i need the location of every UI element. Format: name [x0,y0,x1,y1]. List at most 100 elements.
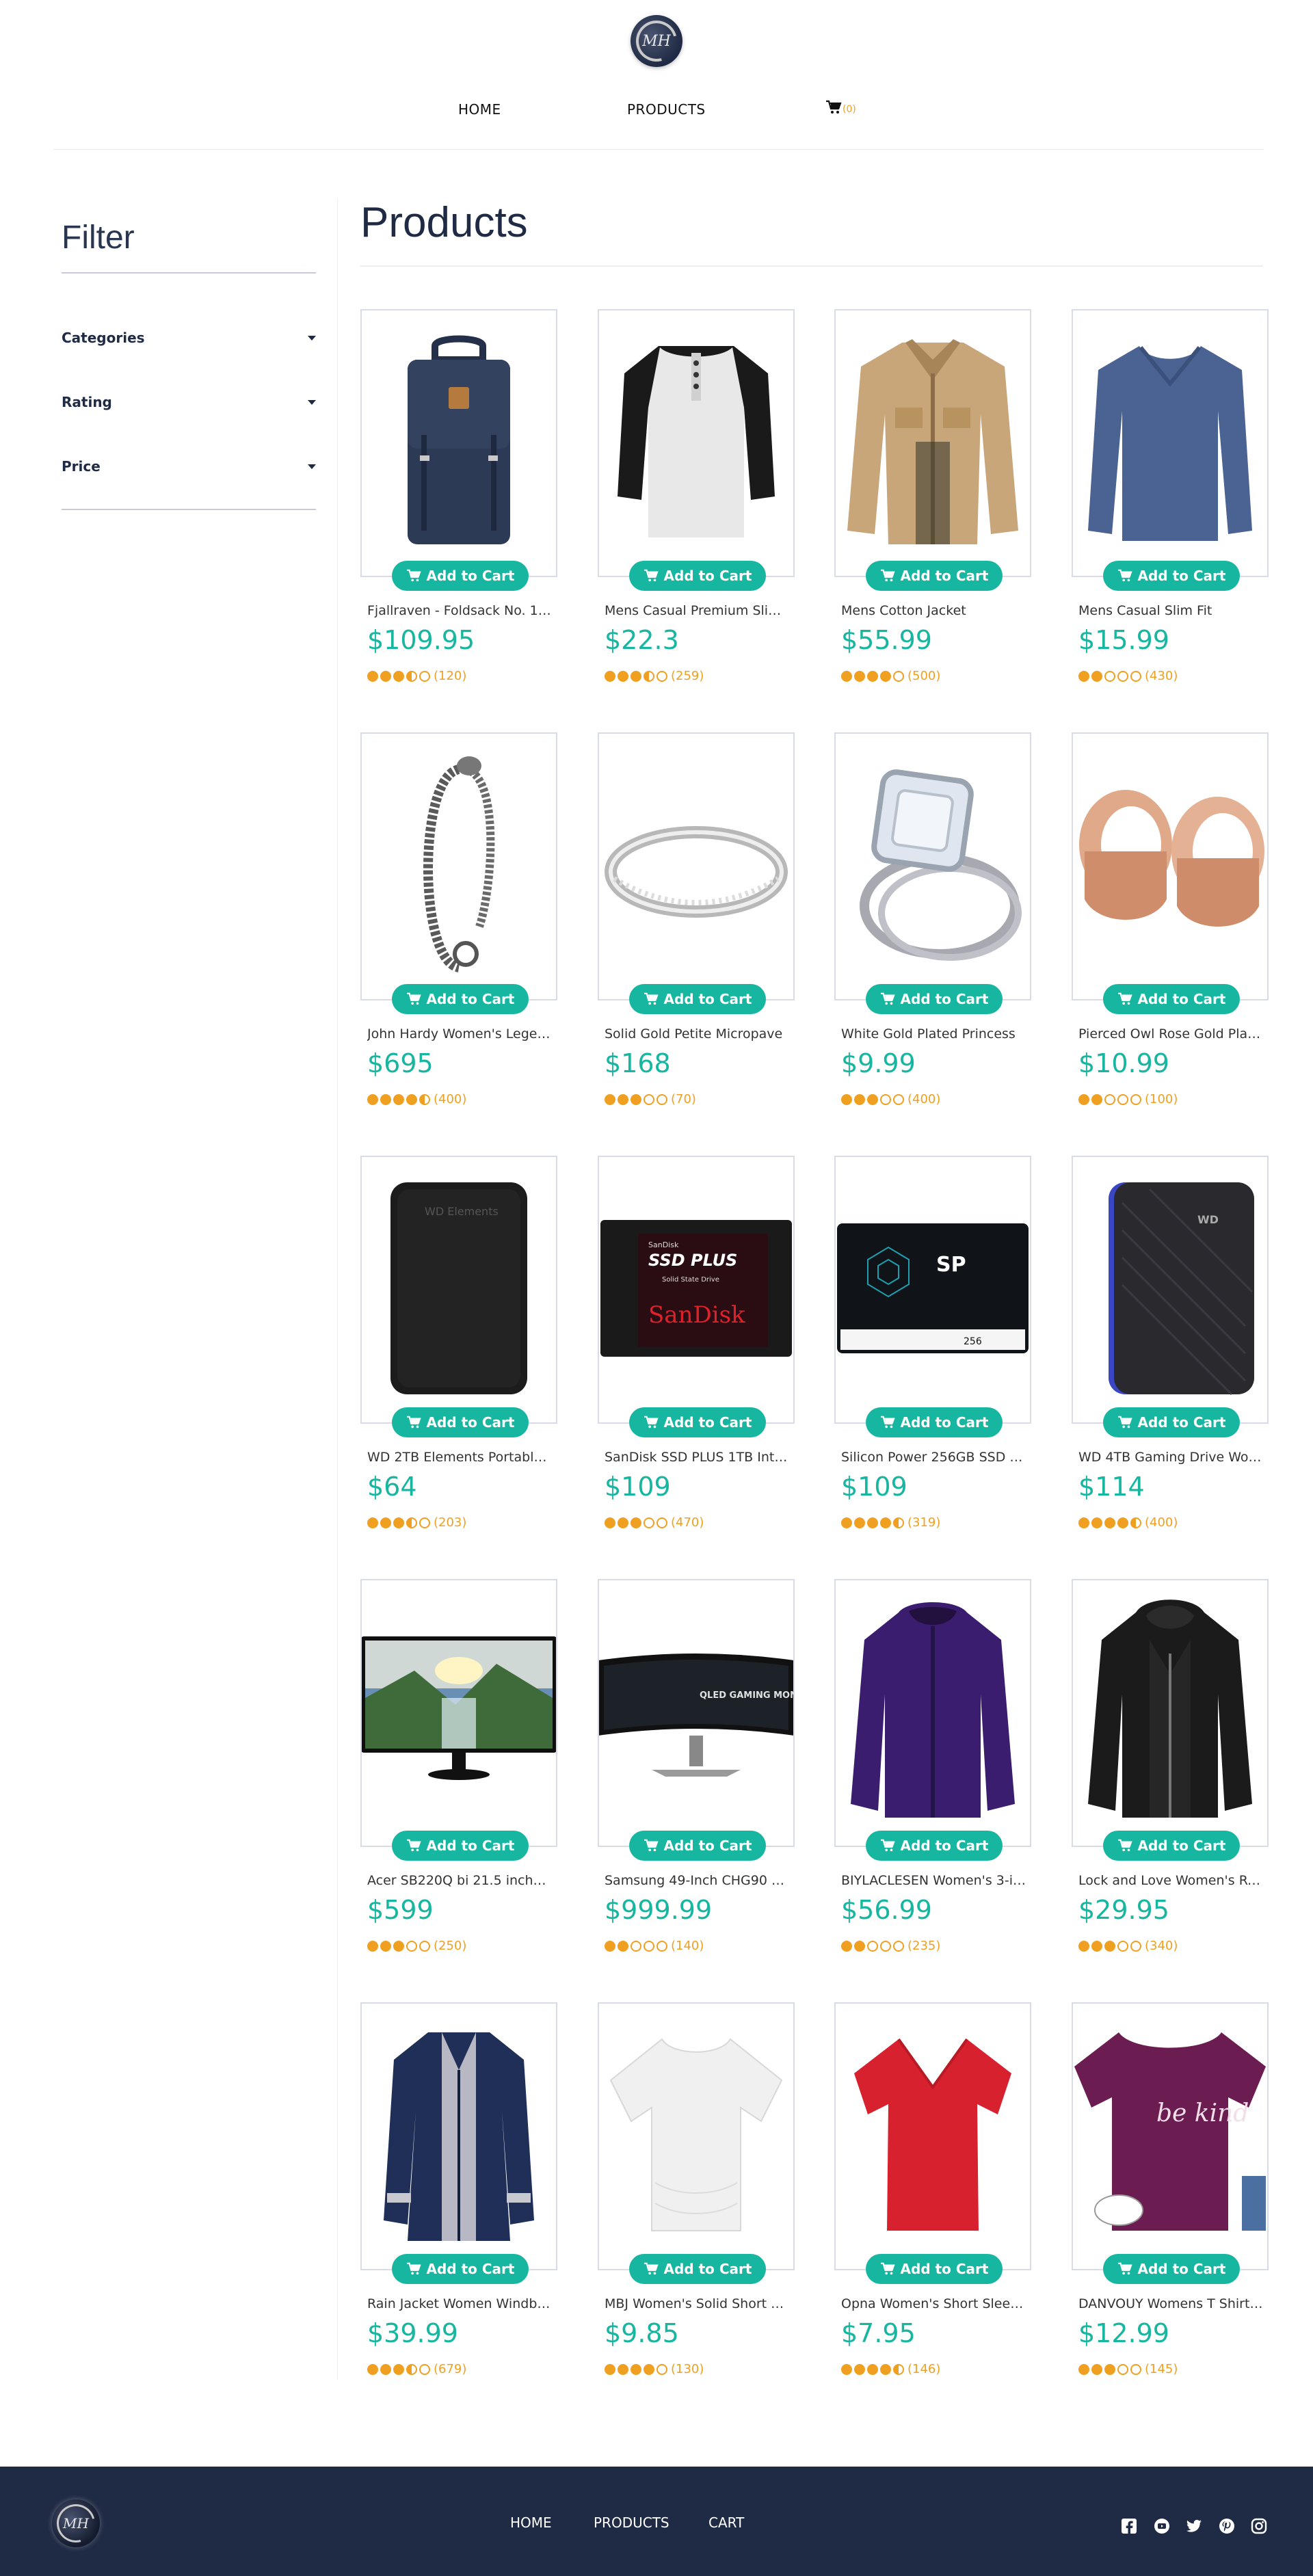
product-name[interactable]: White Gold Plated Princess [841,1026,1027,1041]
add-to-cart-button[interactable]: Add to Cart [866,984,1003,1014]
filter-price[interactable]: Price [62,458,316,475]
product-name[interactable]: BIYLACLESEN Women's 3-in... [841,1873,1027,1888]
add-to-cart-button[interactable]: Add to Cart [392,1407,529,1437]
footer-cart-link[interactable]: CART [708,2514,744,2531]
instagram-icon[interactable] [1250,2517,1268,2535]
product-image-frame[interactable] [598,732,795,1000]
product-image-frame[interactable]: WD [1072,1156,1269,1424]
product-card[interactable]: Add to Cart BIYLACLESEN Women's 3-in... … [834,1579,1031,2017]
footer-products-link[interactable]: PRODUCTS [594,2514,669,2531]
add-to-cart-button[interactable]: Add to Cart [629,2254,766,2284]
product-name[interactable]: Mens Cotton Jacket [841,603,1027,618]
product-name[interactable]: Mens Casual Slim Fit [1078,603,1264,618]
product-image-frame[interactable] [598,2002,795,2270]
product-image-frame[interactable] [360,732,557,1000]
rating-star-icon [605,2363,615,2375]
product-name[interactable]: MBJ Women's Solid Short Sl... [605,2296,791,2311]
product-image-frame[interactable] [1072,732,1269,1000]
add-to-cart-button[interactable]: Add to Cart [1103,1831,1240,1861]
add-to-cart-button[interactable]: Add to Cart [1103,2254,1240,2284]
product-name[interactable]: WD 2TB Elements Portable ... [367,1450,553,1465]
add-to-cart-button[interactable]: Add to Cart [392,1831,529,1861]
product-card[interactable]: Add to Cart Mens Casual Premium Slim ...… [598,309,795,747]
filter-rating[interactable]: Rating [62,394,316,410]
youtube-icon[interactable] [1153,2517,1171,2535]
product-card[interactable]: Add to Cart Solid Gold Petite Micropave … [598,732,795,1170]
pinterest-icon[interactable] [1218,2517,1236,2535]
product-card[interactable]: WD Add to Cart WD 4TB Gaming Drive Wor..… [1072,1156,1269,1593]
product-card[interactable]: Add to Cart MBJ Women's Solid Short Sl..… [598,2002,795,2440]
add-to-cart-button[interactable]: Add to Cart [1103,984,1240,1014]
nav-products-link[interactable]: PRODUCTS [627,101,706,118]
product-card[interactable]: Add to Cart Lock and Love Women's Re... … [1072,1579,1269,2017]
product-image-frame[interactable] [1072,309,1269,577]
add-to-cart-button[interactable]: Add to Cart [629,1407,766,1437]
footer-logo[interactable]: MH [49,2497,103,2550]
add-to-cart-button[interactable]: Add to Cart [866,1407,1003,1437]
add-to-cart-label: Add to Cart [900,991,989,1007]
add-to-cart-button[interactable]: Add to Cart [866,561,1003,591]
product-image-frame[interactable] [360,2002,557,2270]
product-image-frame[interactable]: SanDisk SSD PLUS Solid State Drive SanDisk [598,1156,795,1424]
product-name[interactable]: DANVOUY Womens T Shirt ... [1078,2296,1264,2311]
add-to-cart-label: Add to Cart [1137,1414,1226,1431]
product-image-frame[interactable] [834,732,1031,1000]
product-name[interactable]: Samsung 49-Inch CHG90 1... [605,1873,791,1888]
product-name[interactable]: John Hardy Women's Legen... [367,1026,553,1041]
product-image-frame[interactable]: be kind [1072,2002,1269,2270]
nav-home-link[interactable]: HOME [458,101,501,118]
product-name[interactable]: Mens Casual Premium Slim ... [605,603,791,618]
product-card[interactable]: be kind Add to Cart DANVOUY Womens T Shi… [1072,2002,1269,2440]
product-name[interactable]: Pierced Owl Rose Gold Plat... [1078,1026,1264,1041]
product-card[interactable]: Add to Cart John Hardy Women's Legen... … [360,732,557,1170]
add-to-cart-button[interactable]: Add to Cart [866,2254,1003,2284]
product-image-frame[interactable]: QLED GAMING MONITOR [598,1579,795,1847]
product-card[interactable]: Add to Cart Acer SB220Q bi 21.5 inches..… [360,1579,557,2017]
product-name[interactable]: Silicon Power 256GB SSD 3... [841,1450,1027,1465]
product-image-frame[interactable] [834,2002,1031,2270]
twitter-icon[interactable] [1185,2517,1203,2535]
brand-logo[interactable]: MH [628,13,685,69]
product-image-frame[interactable] [598,309,795,577]
product-name[interactable]: SanDisk SSD PLUS 1TB Inte... [605,1450,791,1465]
product-image-frame[interactable] [360,1579,557,1847]
product-card[interactable]: SP 256 Add to Cart Silicon Power 256GB SS… [834,1156,1031,1593]
filter-categories[interactable]: Categories [62,330,316,346]
product-card[interactable]: Add to Cart Fjallraven - Foldsack No. 1 … [360,309,557,747]
product-card[interactable]: Add to Cart Mens Casual Slim Fit $15.99 … [1072,309,1269,747]
cart-link[interactable]: (0) [825,100,856,115]
product-name[interactable]: Fjallraven - Foldsack No. 1 B... [367,603,553,618]
product-name[interactable]: Opna Women's Short Sleev... [841,2296,1027,2311]
product-card[interactable]: Add to Cart Mens Cotton Jacket $55.99 (5… [834,309,1031,747]
product-card[interactable]: Add to Cart White Gold Plated Princess $… [834,732,1031,1170]
product-card[interactable]: Add to Cart Pierced Owl Rose Gold Plat..… [1072,732,1269,1170]
product-image-frame[interactable] [1072,1579,1269,1847]
footer-home-link[interactable]: HOME [510,2514,552,2531]
product-name[interactable]: Acer SB220Q bi 21.5 inches... [367,1873,553,1888]
add-to-cart-button[interactable]: Add to Cart [1103,1407,1240,1437]
add-to-cart-button[interactable]: Add to Cart [629,1831,766,1861]
product-name[interactable]: Rain Jacket Women Windbr... [367,2296,553,2311]
product-name[interactable]: Solid Gold Petite Micropave [605,1026,791,1041]
add-to-cart-button[interactable]: Add to Cart [392,2254,529,2284]
add-to-cart-button[interactable]: Add to Cart [1103,561,1240,591]
product-card[interactable]: Add to Cart Opna Women's Short Sleev... … [834,2002,1031,2440]
product-card[interactable]: Add to Cart Rain Jacket Women Windbr... … [360,2002,557,2440]
add-to-cart-button[interactable]: Add to Cart [629,984,766,1014]
product-image-frame[interactable]: WD Elements [360,1156,557,1424]
add-to-cart-button[interactable]: Add to Cart [629,561,766,591]
product-image-frame[interactable]: SP 256 [834,1156,1031,1424]
site-header: MH HOME PRODUCTS (0) [0,0,1313,150]
add-to-cart-button[interactable]: Add to Cart [866,1831,1003,1861]
add-to-cart-button[interactable]: Add to Cart [392,561,529,591]
product-image-frame[interactable] [834,1579,1031,1847]
product-card[interactable]: WD Elements Add to Cart WD 2TB Elements … [360,1156,557,1593]
product-image-frame[interactable] [834,309,1031,577]
product-name[interactable]: WD 4TB Gaming Drive Wor... [1078,1450,1264,1465]
product-image-frame[interactable] [360,309,557,577]
add-to-cart-button[interactable]: Add to Cart [392,984,529,1014]
product-name[interactable]: Lock and Love Women's Re... [1078,1873,1264,1888]
product-card[interactable]: QLED GAMING MONITOR Add to Cart Samsung … [598,1579,795,2017]
facebook-icon[interactable] [1120,2517,1138,2535]
product-card[interactable]: SanDisk SSD PLUS Solid State Drive SanDisk … [598,1156,795,1593]
